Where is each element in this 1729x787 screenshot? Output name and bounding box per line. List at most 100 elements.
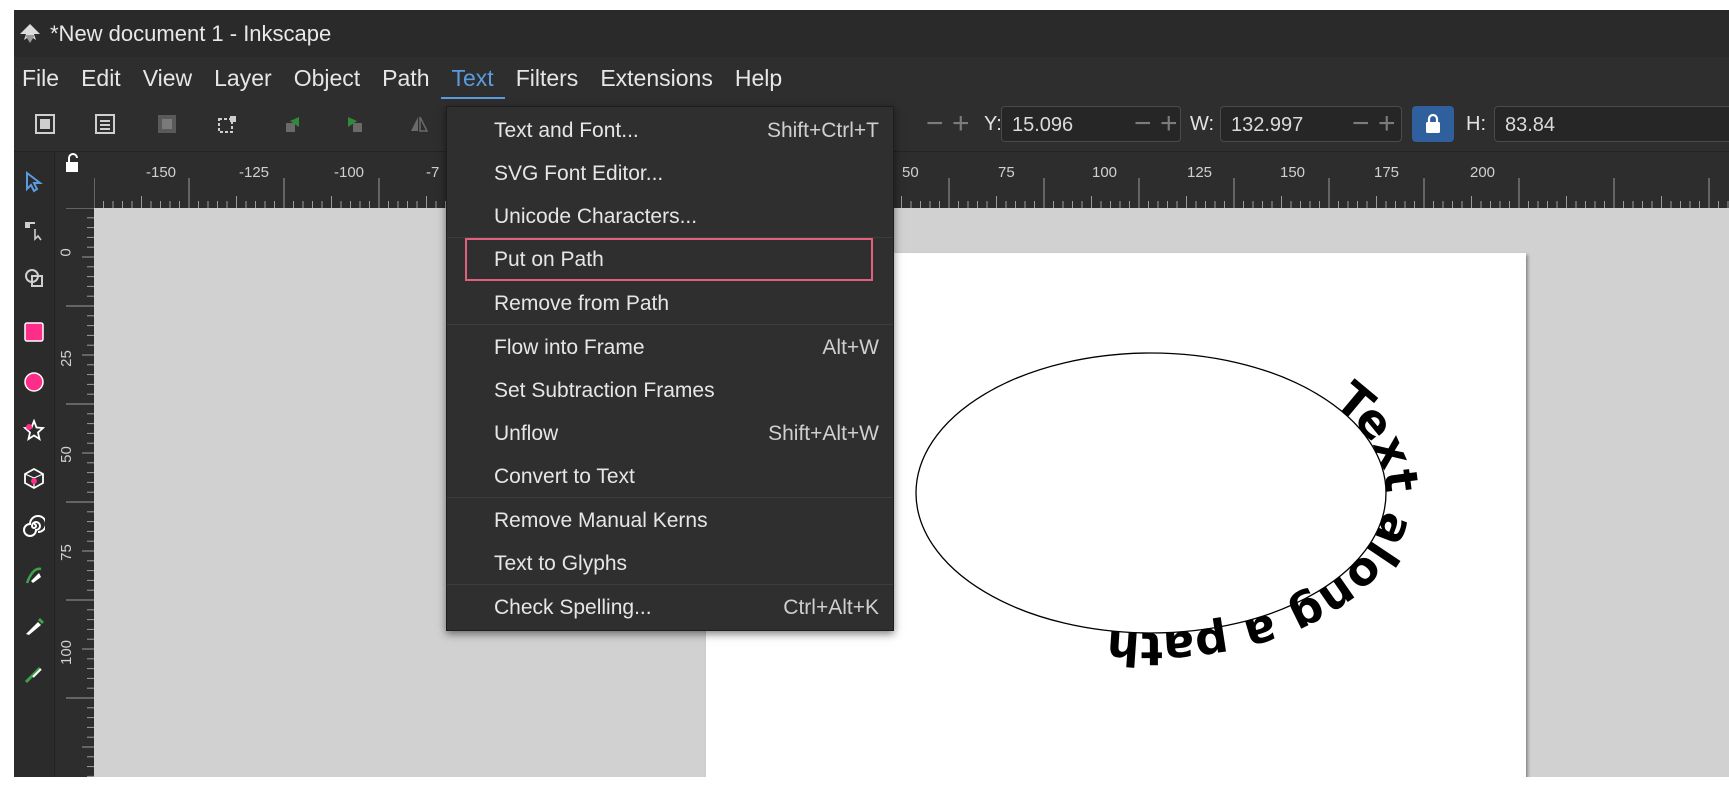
- menu-item-label: Unicode Characters...: [494, 205, 698, 228]
- touch-select-icon[interactable]: [214, 111, 240, 137]
- ruler-label: -100: [334, 164, 365, 181]
- lock-guides-icon[interactable]: [56, 152, 94, 208]
- menu-item-text-and-font[interactable]: Text and Font... Shift+Ctrl+T: [447, 109, 893, 152]
- selector-tool-icon[interactable]: [20, 168, 48, 196]
- ruler-label: 100: [58, 639, 76, 666]
- menu-item-label: Set Subtraction Frames: [494, 379, 715, 402]
- select-all-layers-icon[interactable]: [92, 111, 118, 137]
- ellipse-tool-icon[interactable]: [20, 368, 48, 396]
- ruler-label: 150: [1280, 164, 1306, 181]
- menu-file[interactable]: File: [14, 57, 70, 99]
- w-increment-button[interactable]: +: [1378, 109, 1396, 139]
- x-decrement-button[interactable]: −: [926, 109, 944, 139]
- lock-ratio-button[interactable]: [1412, 106, 1454, 142]
- menu-item-label: Check Spelling...: [494, 596, 652, 619]
- flip-horizontal-icon[interactable]: [406, 111, 432, 137]
- menu-item-label: Remove Manual Kerns: [494, 509, 708, 532]
- star-tool-icon[interactable]: [20, 416, 48, 444]
- menu-layer[interactable]: Layer: [203, 57, 283, 99]
- menu-item-shortcut: Shift+Ctrl+T: [766, 119, 879, 142]
- vertical-ruler-ticks: [66, 208, 94, 777]
- ruler-label: 100: [1092, 164, 1118, 181]
- ruler-label: 50: [57, 446, 75, 463]
- menu-item-set-subtraction-frames[interactable]: Set Subtraction Frames: [447, 369, 893, 412]
- deselect-icon[interactable]: [154, 111, 180, 137]
- w-field[interactable]: 132.997: [1220, 106, 1402, 142]
- h-field-value: 83.84: [1505, 114, 1556, 136]
- shape-builder-tool-icon[interactable]: [20, 264, 48, 292]
- title-bar: *New document 1 - Inkscape: [14, 10, 1729, 57]
- ruler-label: 75: [57, 544, 75, 561]
- menu-text[interactable]: Text: [441, 57, 505, 99]
- menu-item-shortcut: Alt+W: [822, 336, 879, 359]
- menu-item-unicode-characters[interactable]: Unicode Characters...: [447, 195, 893, 238]
- pencil-tool-icon[interactable]: [20, 612, 48, 640]
- menu-item-svg-font-editor[interactable]: SVG Font Editor...: [447, 152, 893, 195]
- window-title: *New document 1 - Inkscape: [50, 20, 332, 46]
- menu-item-unflow[interactable]: Unflow Shift+Alt+W: [447, 412, 893, 455]
- menu-item-label: Remove from Path: [494, 292, 670, 315]
- node-tool-icon[interactable]: [20, 216, 48, 244]
- menu-help[interactable]: Help: [724, 57, 793, 99]
- ruler-label: -7: [426, 164, 440, 181]
- menu-bar: File Edit View Layer Object Path Text Fi…: [14, 57, 1729, 99]
- menu-item-label: Convert to Text: [494, 465, 635, 488]
- rectangle-tool-icon[interactable]: [20, 318, 48, 346]
- menu-item-convert-to-text[interactable]: Convert to Text: [447, 455, 893, 498]
- spiral-tool-icon[interactable]: [20, 512, 48, 540]
- menu-edit[interactable]: Edit: [70, 57, 132, 99]
- w-label: W:: [1190, 113, 1215, 135]
- rotate-cw-icon[interactable]: [342, 111, 368, 137]
- h-label: H:: [1466, 113, 1486, 135]
- menu-item-label: Text and Font...: [494, 119, 639, 142]
- ruler-corner: [56, 152, 94, 208]
- ruler-label: 50: [902, 164, 919, 181]
- menu-item-label: Unflow: [494, 422, 559, 445]
- ruler-label: 0: [57, 248, 75, 257]
- menu-item-flow-into-frame[interactable]: Flow into Frame Alt+W: [447, 326, 893, 369]
- toolbox: [14, 152, 55, 777]
- menu-view[interactable]: View: [132, 57, 203, 99]
- menu-item-check-spelling[interactable]: Check Spelling... Ctrl+Alt+K: [447, 586, 893, 629]
- menu-item-text-to-glyphs[interactable]: Text to Glyphs: [447, 542, 893, 585]
- menu-item-shortcut: Shift+Alt+W: [768, 422, 879, 445]
- text-on-path[interactable]: Text along a path: [1105, 371, 1429, 676]
- menu-extensions[interactable]: Extensions: [589, 57, 724, 99]
- y-label: Y:: [984, 113, 1002, 135]
- menu-item-label: Flow into Frame: [494, 336, 645, 359]
- y-decrement-button[interactable]: −: [1134, 109, 1152, 139]
- w-field-value: 132.997: [1231, 114, 1304, 136]
- pen-tool-icon[interactable]: [20, 562, 48, 590]
- menu-separator: [447, 497, 893, 498]
- vertical-ruler[interactable]: 0 25 50 75 100: [56, 208, 94, 777]
- menu-item-remove-from-path[interactable]: Remove from Path: [447, 282, 893, 325]
- menu-item-remove-manual-kerns[interactable]: Remove Manual Kerns: [447, 499, 893, 542]
- y-increment-button[interactable]: +: [1160, 109, 1178, 139]
- menu-separator: [447, 324, 893, 325]
- select-all-icon[interactable]: [32, 111, 58, 137]
- rotate-ccw-icon[interactable]: [280, 111, 306, 137]
- calligraphy-tool-icon[interactable]: [20, 660, 48, 688]
- y-field-value: 15.096: [1012, 114, 1074, 136]
- lock-icon: [1426, 114, 1440, 133]
- horizontal-ruler[interactable]: -150 -125 -100 -7 50 75 100 125 150 175 …: [94, 152, 1729, 208]
- menu-filters[interactable]: Filters: [505, 57, 590, 99]
- text-menu-dropdown: Text and Font... Shift+Ctrl+T SVG Font E…: [446, 106, 894, 631]
- ruler-label: -150: [146, 164, 177, 181]
- x-increment-button[interactable]: +: [952, 109, 970, 139]
- menu-item-label: SVG Font Editor...: [494, 162, 664, 185]
- ruler-label: 25: [57, 350, 75, 367]
- menu-path[interactable]: Path: [371, 57, 440, 99]
- menu-separator: [447, 584, 893, 585]
- y-field[interactable]: 15.096: [1001, 106, 1181, 142]
- drawing-canvas[interactable]: Text along a path: [94, 208, 1729, 777]
- h-field[interactable]: 83.84: [1494, 106, 1729, 142]
- ruler-label: -125: [239, 164, 270, 181]
- inkscape-logo-icon: [18, 22, 42, 46]
- 3d-box-tool-icon[interactable]: [20, 464, 48, 492]
- menu-item-shortcut: Ctrl+Alt+K: [783, 596, 879, 619]
- menu-object[interactable]: Object: [283, 57, 371, 99]
- ruler-label: 125: [1187, 164, 1213, 181]
- menu-item-label: Text to Glyphs: [494, 552, 628, 575]
- w-decrement-button[interactable]: −: [1352, 109, 1370, 139]
